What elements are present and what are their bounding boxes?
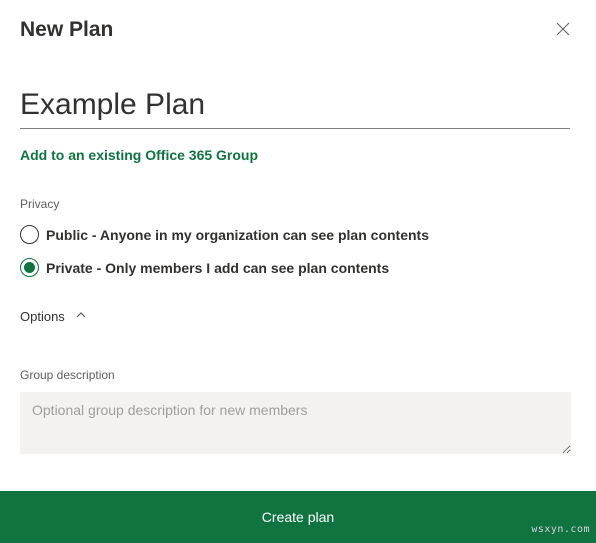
add-existing-group-link[interactable]: Add to an existing Office 365 Group	[20, 147, 258, 163]
create-plan-button[interactable]: Create plan	[0, 491, 596, 543]
privacy-label: Privacy	[20, 197, 576, 211]
privacy-option-private[interactable]: Private - Only members I add can see pla…	[20, 258, 576, 277]
privacy-radio-group: Public - Anyone in my organization can s…	[20, 225, 576, 277]
privacy-option-public[interactable]: Public - Anyone in my organization can s…	[20, 225, 576, 244]
options-toggle[interactable]: Options	[20, 309, 87, 324]
plan-name-input[interactable]	[20, 84, 570, 129]
options-toggle-label: Options	[20, 309, 65, 324]
group-description-textarea[interactable]	[20, 392, 571, 454]
panel-footer: Create plan	[0, 491, 596, 543]
chevron-up-icon	[75, 309, 87, 324]
radio-inner-dot	[24, 262, 35, 273]
group-description-label: Group description	[20, 368, 576, 382]
panel-title: New Plan	[20, 18, 113, 42]
new-plan-panel: New Plan Add to an existing Office 365 G…	[0, 0, 596, 490]
close-icon	[556, 24, 570, 39]
radio-icon-selected	[20, 258, 39, 277]
panel-header: New Plan	[20, 18, 576, 42]
watermark: wsxyn.com	[531, 524, 590, 535]
radio-label-public: Public - Anyone in my organization can s…	[46, 227, 429, 243]
radio-icon	[20, 225, 39, 244]
radio-label-private: Private - Only members I add can see pla…	[46, 260, 389, 276]
close-button[interactable]	[554, 20, 572, 41]
